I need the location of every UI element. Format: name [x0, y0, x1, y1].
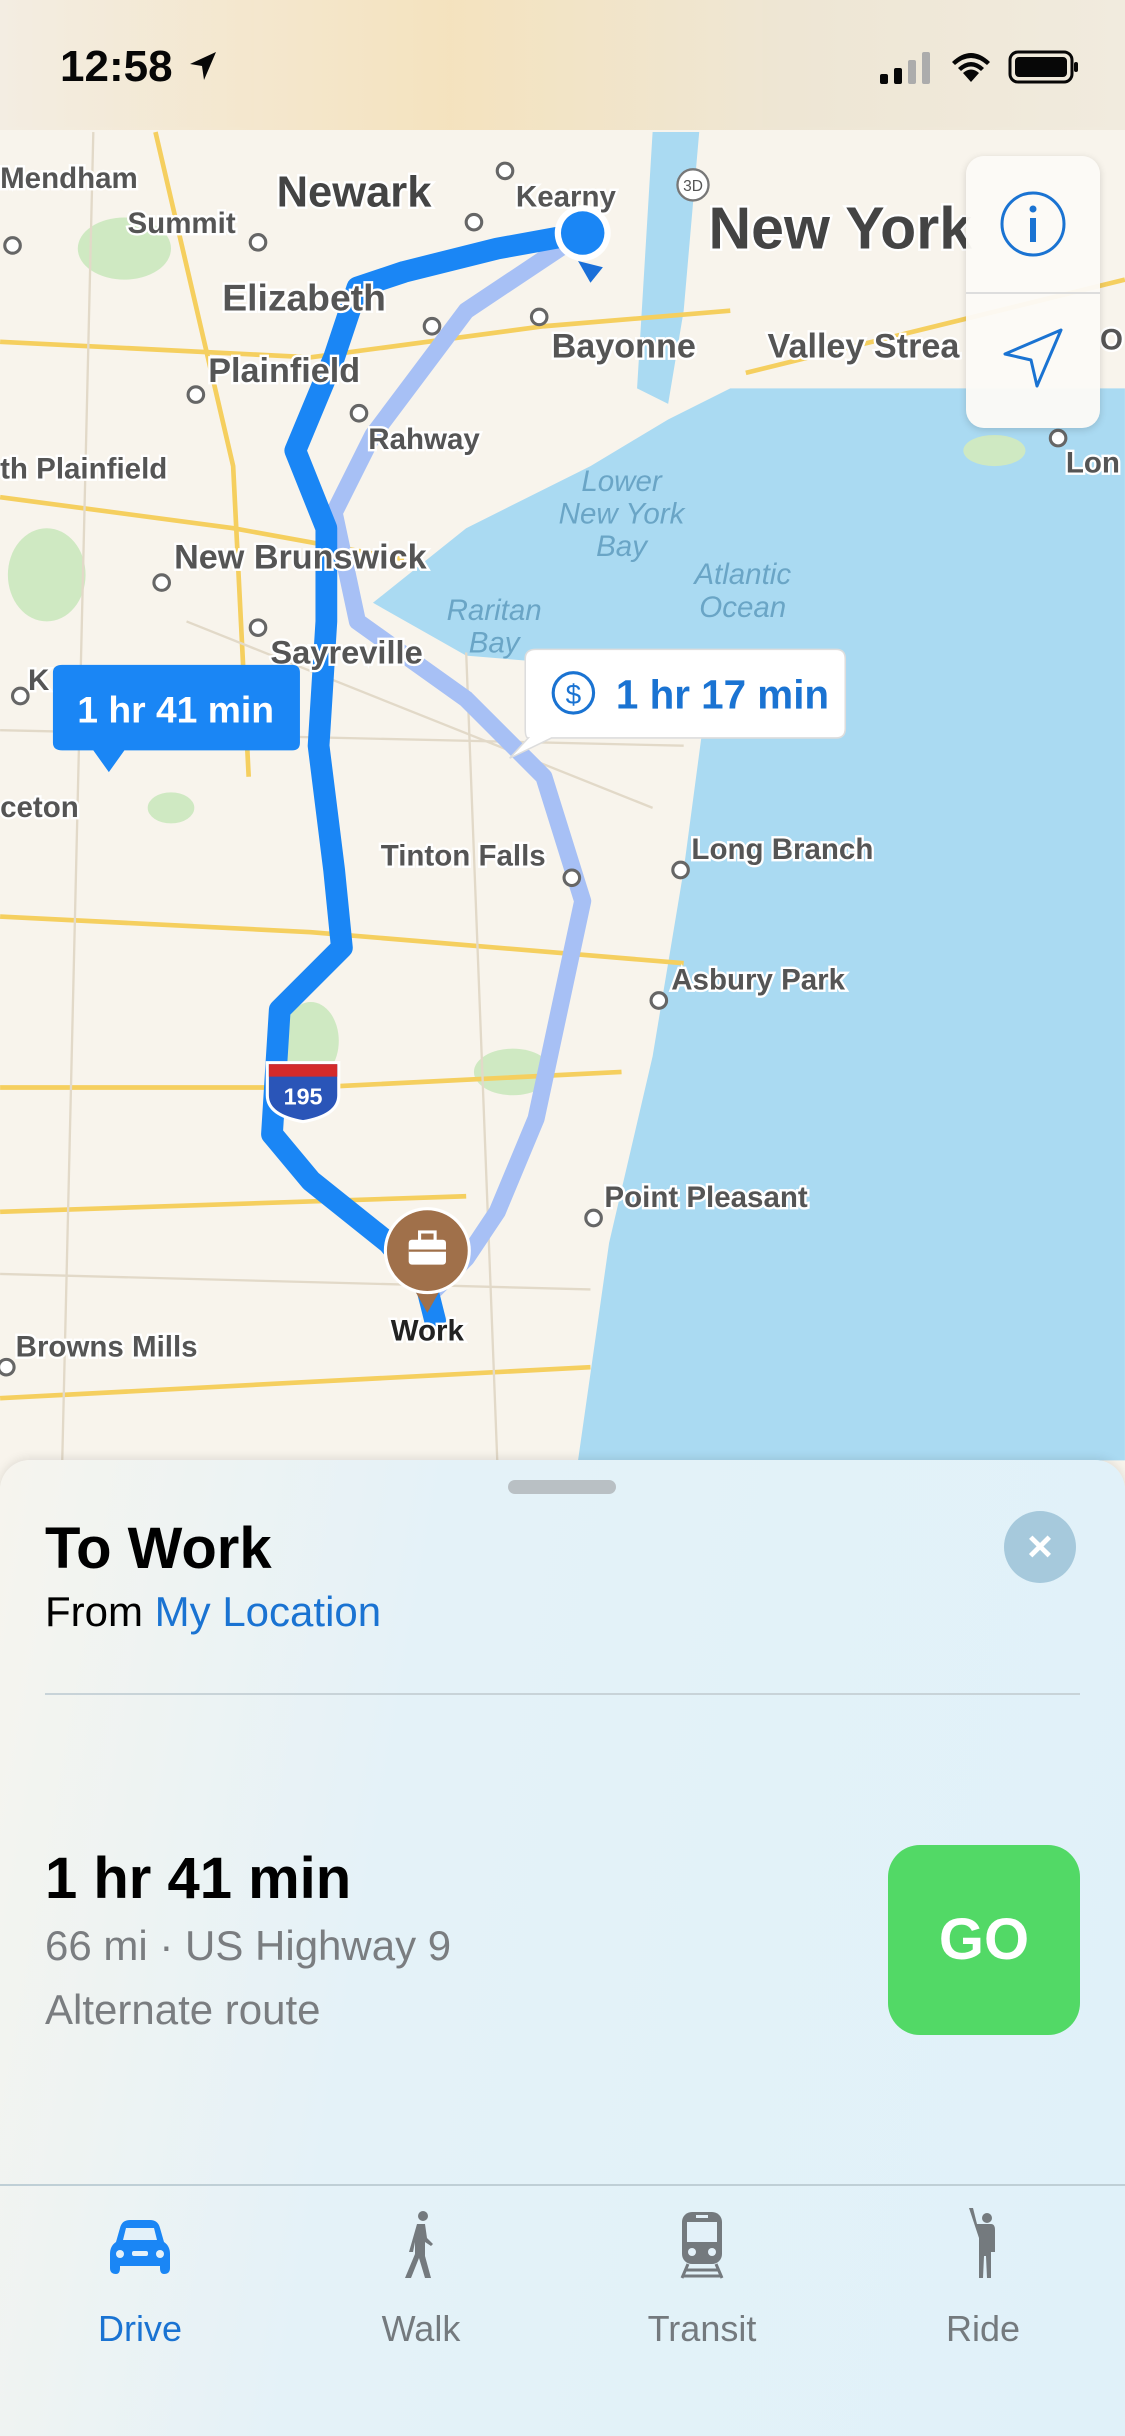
- tab-walk[interactable]: Walk: [321, 2208, 521, 2350]
- destination-title: To Work: [45, 1516, 272, 1581]
- svg-text:Bay: Bay: [596, 530, 649, 563]
- tab-label: Walk: [381, 2308, 461, 2349]
- info-icon[interactable]: [999, 190, 1067, 258]
- svg-text:Work: Work: [391, 1315, 465, 1348]
- svg-text:1 hr 17 min: 1 hr 17 min: [616, 671, 829, 717]
- map-label: Elizabeth: [222, 277, 386, 319]
- map-label: Rahway: [368, 423, 480, 456]
- briefcase-icon: [408, 1239, 446, 1265]
- tab-label: Transit: [647, 2308, 757, 2349]
- map-label: New Brunswick: [174, 539, 427, 577]
- location-arrow-icon: [190, 52, 216, 80]
- map-label: Kearny: [516, 181, 617, 214]
- status-bar: 12:58: [0, 0, 1125, 130]
- battery-icon: [1008, 50, 1078, 84]
- status-time: 12:58: [60, 42, 173, 91]
- train-icon: [680, 2212, 724, 2279]
- map-controls: [966, 156, 1100, 428]
- close-button[interactable]: ×: [1004, 1511, 1076, 1583]
- work-pin[interactable]: Work: [383, 1207, 471, 1350]
- route-distance: 66 mi · US Highway 9: [45, 1922, 452, 1969]
- map-label: O: [1100, 324, 1123, 357]
- directions-sheet: To Work From My Location × 1 hr 41 min 6…: [0, 1460, 1125, 2436]
- svg-text:Atlantic: Atlantic: [692, 558, 791, 591]
- ride-icon: [969, 2208, 995, 2278]
- go-button[interactable]: GO: [888, 1845, 1080, 2035]
- map-label: K: [28, 664, 50, 697]
- map-label: Asbury Park: [671, 964, 845, 997]
- svg-text:Bay: Bay: [469, 626, 522, 659]
- divider: [966, 292, 1100, 294]
- map-label: Valley Strea: [768, 327, 961, 365]
- svg-text:Lower: Lower: [581, 465, 663, 498]
- tab-label: Ride: [945, 2308, 1021, 2349]
- map-label: ceton: [0, 791, 79, 824]
- interstate-195-shield: 195: [265, 1061, 341, 1124]
- route-note: Alternate route: [45, 1986, 321, 2033]
- origin-line: From My Location: [45, 1588, 381, 1636]
- map-label: Sayreville: [270, 633, 422, 670]
- tab-label: Drive: [97, 2308, 182, 2349]
- svg-text:195: 195: [284, 1084, 323, 1110]
- route-duration: 1 hr 41 min: [45, 1846, 352, 1911]
- 3d-badge: 3D: [676, 168, 710, 202]
- origin-link[interactable]: My Location: [155, 1588, 381, 1635]
- signal-icon: [880, 52, 930, 84]
- tab-transit[interactable]: Transit: [602, 2208, 802, 2350]
- tab-ride[interactable]: Ride: [883, 2208, 1083, 2350]
- svg-text:Ocean: Ocean: [699, 591, 786, 624]
- map-label: Mendham: [0, 162, 138, 195]
- from-label: From: [45, 1588, 143, 1635]
- svg-text:1 hr 41 min: 1 hr 41 min: [77, 688, 274, 730]
- map-label: Plainfield: [208, 352, 360, 390]
- map-label: Lon: [1066, 446, 1120, 479]
- svg-text:3D: 3D: [683, 178, 703, 195]
- map-label: New York: [709, 196, 973, 262]
- map-label: Point Pleasant: [604, 1181, 807, 1214]
- wifi-icon: [952, 53, 990, 82]
- map-label: Summit: [128, 207, 236, 240]
- svg-text:New York: New York: [559, 498, 686, 531]
- svg-text:Raritan: Raritan: [447, 594, 542, 627]
- divider: [45, 1693, 1080, 1695]
- divider: [0, 2184, 1125, 2186]
- location-arrow-icon[interactable]: [1001, 326, 1065, 390]
- sheet-grabber[interactable]: [508, 1480, 616, 1494]
- map-label: th Plainfield: [0, 452, 167, 485]
- map-label: Bayonne: [552, 327, 696, 365]
- tab-drive[interactable]: Drive: [40, 2208, 240, 2350]
- walk-icon: [405, 2211, 433, 2278]
- svg-text:$: $: [566, 679, 582, 710]
- map-label: Long Branch: [691, 833, 873, 866]
- map-label: Browns Mills: [16, 1330, 198, 1363]
- map-label: Tinton Falls: [381, 839, 546, 872]
- map-label: Newark: [277, 169, 433, 217]
- car-icon: [110, 2220, 170, 2274]
